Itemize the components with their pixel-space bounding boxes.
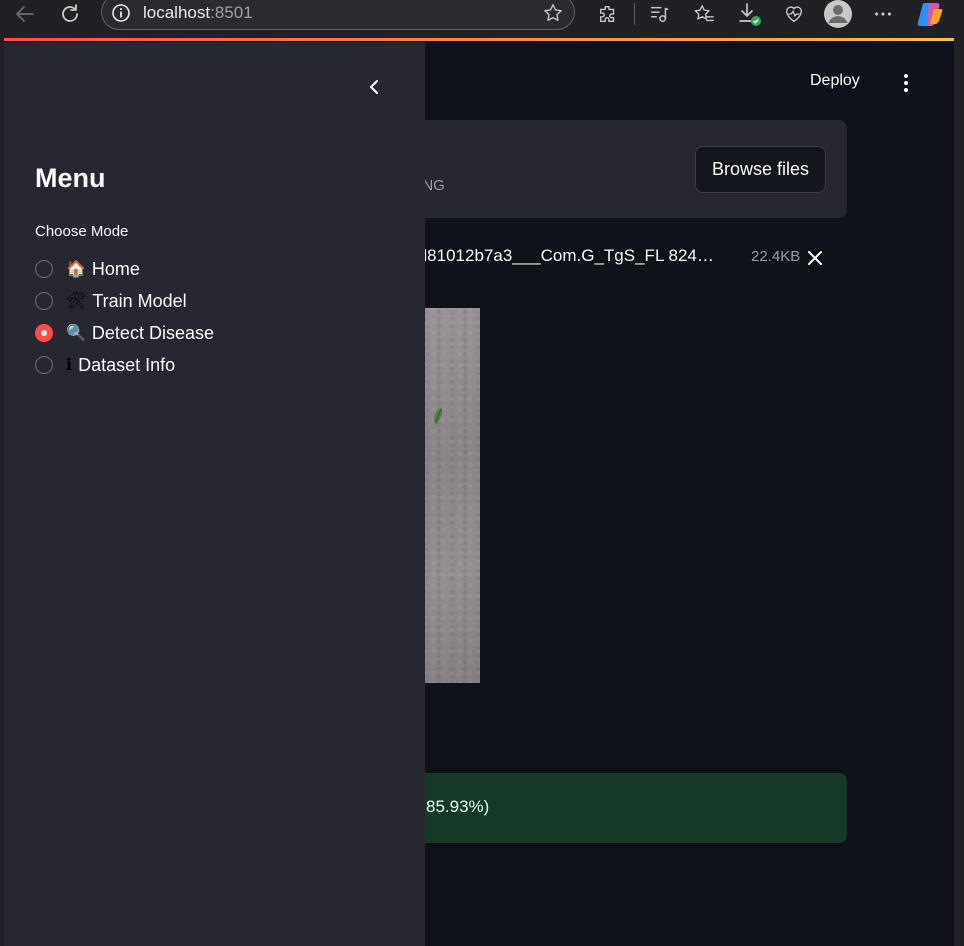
back-icon[interactable] — [10, 0, 40, 28]
extensions-icon[interactable] — [593, 0, 623, 28]
magnifier-icon: 🔍 — [66, 325, 86, 342]
radio-button[interactable] — [35, 292, 53, 310]
address-bar[interactable]: localhost:8501 — [101, 0, 575, 30]
file-uploader-dropzone[interactable]: , PNG Browse files — [404, 120, 847, 218]
radio-button[interactable] — [35, 260, 53, 278]
home-icon: 🏠 — [66, 261, 86, 278]
leaf-detail — [432, 406, 444, 426]
downloads-icon[interactable] — [734, 0, 764, 28]
sidebar: Menu Choose Mode 🏠 Home 🛠 Train Model 🔍 … — [4, 42, 425, 946]
mode-option-dataset-info[interactable]: ℹ Dataset Info — [35, 353, 175, 377]
sidebar-title: Menu — [35, 163, 106, 193]
uploaded-file-size: 22.4KB — [751, 248, 801, 265]
uploaded-file-name: fd81012b7a3___Com.G_TgS_FL 824… — [413, 246, 714, 265]
address-text: localhost:8501 — [143, 3, 253, 23]
window-edge — [954, 38, 964, 946]
browse-files-button[interactable]: Browse files — [695, 146, 826, 193]
mode-option-train-model[interactable]: 🛠 Train Model — [35, 289, 187, 313]
info-icon: ℹ — [66, 357, 73, 374]
app-header-decoration — [4, 38, 954, 41]
radio-button[interactable] — [35, 356, 53, 374]
copilot-icon[interactable] — [915, 0, 945, 28]
favorite-star-icon[interactable] — [542, 2, 564, 24]
mode-option-label: Detect Disease — [91, 322, 214, 343]
address-host: localhost — [143, 3, 211, 22]
favorites-icon[interactable] — [689, 0, 719, 28]
radio-button-selected[interactable] — [35, 324, 53, 342]
main-menu-icon[interactable] — [894, 71, 918, 95]
mode-option-label: Dataset Info — [78, 354, 176, 375]
deploy-button[interactable]: Deploy — [810, 72, 860, 90]
mode-radio-label: Choose Mode — [35, 223, 129, 240]
more-options-icon[interactable] — [868, 0, 898, 28]
tools-icon: 🛠 — [66, 293, 87, 310]
prediction-result-text: 85.93%) — [426, 797, 490, 816]
mode-option-label: Home — [91, 258, 140, 279]
mode-option-detect-disease[interactable]: 🔍 Detect Disease — [35, 321, 214, 345]
media-control-icon[interactable] — [644, 0, 674, 28]
address-port: :8501 — [210, 3, 253, 22]
browser-toolbar: localhost:8501 — [0, 0, 964, 38]
mode-option-home[interactable]: 🏠 Home — [35, 257, 140, 281]
reload-icon[interactable] — [55, 0, 85, 28]
remove-file-icon[interactable] — [806, 249, 824, 267]
profile-avatar-icon[interactable] — [823, 0, 853, 28]
browser-essentials-icon[interactable] — [779, 0, 809, 28]
site-info-icon[interactable] — [111, 3, 131, 23]
mode-option-label: Train Model — [92, 290, 187, 311]
collapse-sidebar-icon[interactable] — [364, 75, 384, 99]
toolbar-divider — [634, 3, 635, 25]
prediction-success-alert: 85.93%) — [404, 773, 847, 843]
